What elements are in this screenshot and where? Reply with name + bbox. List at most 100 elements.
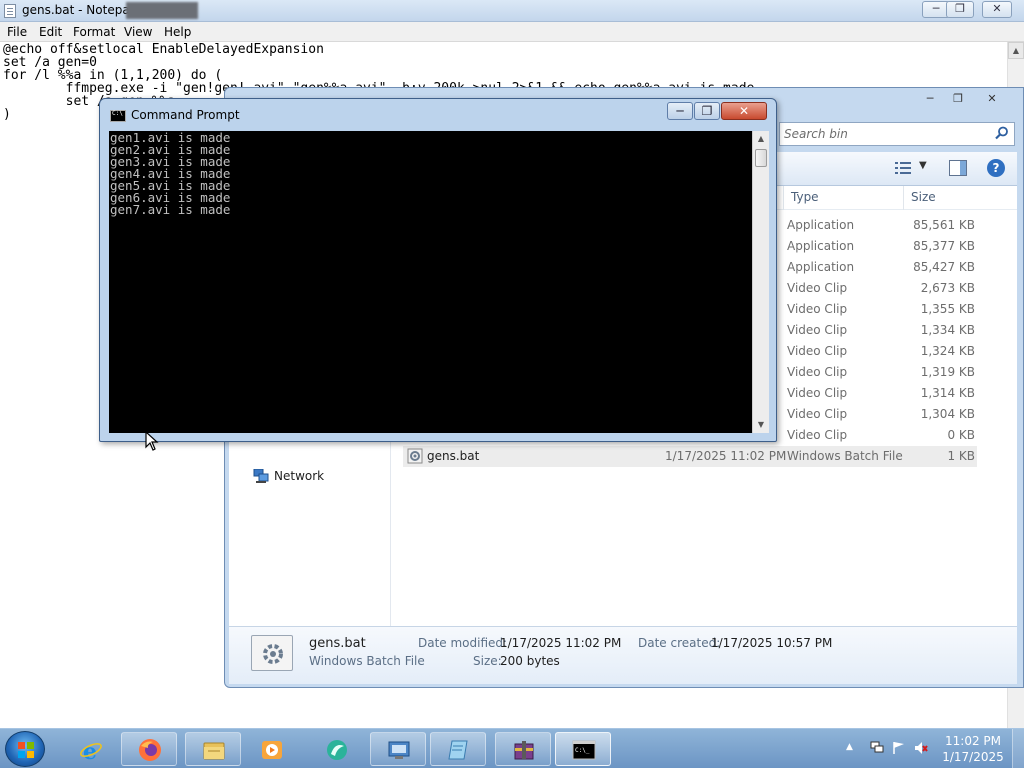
cmd-minimize-button[interactable]: ─ [667, 102, 693, 120]
change-view-icon[interactable] [895, 161, 911, 175]
details-created-label: Date created: [638, 636, 721, 650]
file-type: Video Clip [787, 407, 848, 421]
file-type: Video Clip [787, 386, 848, 400]
file-date: 1/17/2025 11:02 PM [665, 449, 787, 463]
taskbar-internet-explorer[interactable]: e [62, 732, 118, 766]
notepad-app-icon [448, 740, 468, 760]
details-pane: gens.bat Windows Batch File Date modifie… [229, 626, 1017, 684]
preview-pane-icon[interactable] [949, 160, 967, 176]
explorer-close-button[interactable]: ✕ [977, 90, 1007, 109]
taskbar-firefox[interactable] [121, 732, 177, 766]
start-button[interactable] [5, 731, 45, 767]
menu-file[interactable]: File [7, 25, 27, 39]
notepad-title: gens.bat - Notepad [22, 3, 138, 17]
taskbar-media-player[interactable] [243, 732, 299, 766]
scroll-up-arrow-icon[interactable]: ▲ [1008, 42, 1024, 59]
column-header-size[interactable]: Size [911, 190, 936, 204]
cmd-maximize-button[interactable]: ❐ [694, 102, 720, 120]
action-center-flag-icon[interactable] [892, 741, 906, 755]
clock-date[interactable]: 1/17/2025 [940, 750, 1006, 764]
network-status-icon[interactable] [870, 741, 884, 755]
search-icon[interactable] [995, 126, 1009, 140]
scrollbar-thumb[interactable] [755, 149, 767, 167]
column-header-type[interactable]: Type [791, 190, 819, 204]
redacted-area [126, 2, 198, 19]
file-type: Video Clip [787, 365, 848, 379]
file-type: Application [787, 218, 855, 232]
clock-time[interactable]: 11:02 PM [940, 734, 1006, 748]
explorer-maximize-button[interactable]: ❐ [943, 90, 973, 109]
column-separator[interactable] [903, 186, 904, 210]
notepad-maximize-button[interactable]: ❐ [946, 1, 974, 18]
svg-text:C:\_: C:\_ [575, 747, 590, 754]
mouse-pointer-icon [145, 431, 159, 451]
details-file-name: gens.bat [309, 636, 366, 651]
details-modified-label: Date modified: [418, 636, 508, 650]
file-type: Video Clip [787, 302, 848, 316]
help-icon[interactable]: ? [987, 159, 1005, 177]
folder-icon [203, 742, 225, 760]
details-size-value: 200 bytes [500, 654, 560, 668]
taskbar-notepad[interactable] [430, 732, 486, 766]
explorer-minimize-button[interactable]: ─ [915, 90, 945, 109]
taskbar-winrar[interactable] [495, 732, 551, 766]
view-dropdown-arrow-icon[interactable]: ▼ [919, 160, 927, 171]
notepad-menubar: File Edit Format View Help [0, 22, 1024, 42]
file-type: Application [787, 239, 855, 253]
notepad-close-button[interactable]: ✕ [982, 1, 1012, 18]
internet-explorer-icon: e [80, 739, 102, 762]
command-prompt-title: Command Prompt [131, 108, 240, 122]
taskbar-command-prompt[interactable]: C:\_ [555, 732, 611, 766]
cmd-scrollbar[interactable]: ▲ ▼ [752, 131, 769, 433]
menu-format[interactable]: Format [73, 25, 115, 39]
file-size: 85,561 KB [913, 218, 975, 232]
batch-file-large-icon [251, 635, 293, 671]
details-created-value: 1/17/2025 10:57 PM [711, 636, 833, 650]
firefox-icon [139, 739, 161, 761]
taskbar-browser-app[interactable] [308, 732, 364, 766]
notepad-titlebar[interactable]: gens.bat - Notepad ─ ❐ ✕ [0, 0, 1024, 22]
svg-text:e: e [83, 739, 97, 762]
command-prompt-icon [110, 110, 126, 122]
file-size: 0 KB [947, 428, 975, 442]
scroll-up-arrow-icon[interactable]: ▲ [753, 131, 769, 147]
file-type: Windows Batch File [787, 449, 903, 463]
console-output-area[interactable]: gen1.avi is made gen2.avi is made gen3.avi… [109, 131, 752, 433]
file-size: 1,314 KB [920, 386, 975, 400]
taskbar-control-panel[interactable] [370, 732, 426, 766]
file-type: Video Clip [787, 344, 848, 358]
details-size-label: Size: [473, 654, 502, 668]
taskbar-file-explorer[interactable] [185, 732, 241, 766]
file-type: Application [787, 260, 855, 274]
browser-app-icon [327, 740, 347, 760]
file-size: 85,427 KB [913, 260, 975, 274]
file-size: 1,324 KB [920, 344, 975, 358]
file-size: 1,319 KB [920, 365, 975, 379]
column-separator[interactable] [783, 186, 784, 210]
archive-app-icon [514, 741, 534, 760]
control-panel-icon [388, 741, 410, 759]
command-prompt-window: Command Prompt ─ ❐ ✕ gen1.avi is madegen… [99, 98, 777, 442]
nav-item-label: Network [274, 469, 325, 483]
file-type: Video Clip [787, 428, 848, 442]
console-line: gen7.avi is made [110, 202, 231, 217]
file-size: 1,355 KB [920, 302, 975, 316]
notepad-icon [4, 4, 16, 18]
scroll-down-arrow-icon[interactable]: ▼ [753, 417, 769, 433]
file-size: 1,304 KB [920, 407, 975, 421]
search-input[interactable]: Search bin [779, 122, 1015, 146]
file-name: gens.bat [427, 449, 480, 463]
network-icon [253, 469, 269, 483]
file-row-selected[interactable]: gens.bat 1/17/2025 11:02 PM Windows Batc… [403, 446, 977, 467]
menu-help[interactable]: Help [164, 25, 191, 39]
menu-view[interactable]: View [124, 25, 152, 39]
details-modified-value: 1/17/2025 11:02 PM [500, 636, 622, 650]
file-size: 2,673 KB [920, 281, 975, 295]
cmd-close-button[interactable]: ✕ [721, 102, 767, 120]
file-size: 85,377 KB [913, 239, 975, 253]
batch-file-icon [407, 448, 423, 464]
show-desktop-button[interactable] [1012, 729, 1024, 768]
menu-edit[interactable]: Edit [39, 25, 62, 39]
volume-muted-icon[interactable] [914, 741, 928, 755]
show-hidden-icons-arrow-icon[interactable]: ▲ [846, 742, 853, 752]
